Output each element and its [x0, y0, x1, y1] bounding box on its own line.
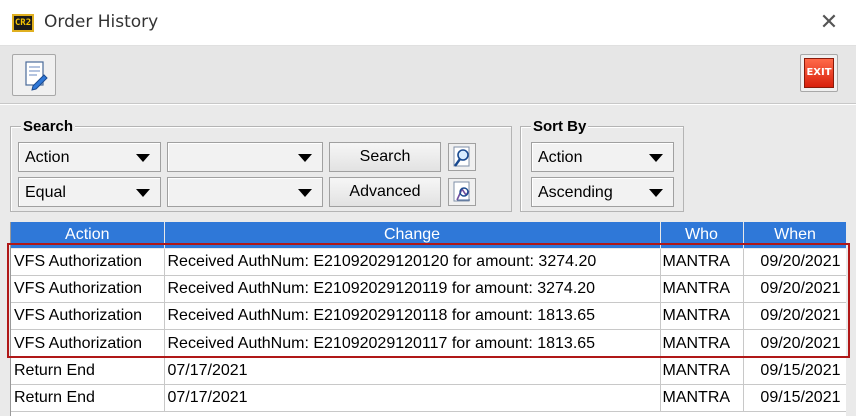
search-value-select[interactable] [167, 142, 323, 172]
advanced-search-icon-button[interactable] [448, 178, 476, 206]
table-row[interactable]: VFS Authorization Received AuthNum: E210… [11, 302, 846, 331]
sort-order-select[interactable]: Ascending [531, 177, 674, 207]
magnifier-button[interactable] [448, 143, 476, 171]
search-second-value-select[interactable] [167, 177, 323, 207]
cell-action: VFS Authorization [11, 275, 165, 304]
chevron-down-icon [649, 189, 663, 197]
exit-button[interactable]: EXIT [800, 54, 838, 92]
table-row[interactable]: VFS Authorization Received AuthNum: E210… [11, 275, 846, 304]
cell-who: MANTRA [660, 357, 744, 385]
close-button[interactable]: ✕ [816, 10, 842, 36]
cell-action: Return End [11, 357, 165, 385]
search-field-value: Action [25, 149, 70, 166]
cell-action: VFS Authorization [11, 248, 165, 276]
search-group-label: Search [21, 118, 76, 135]
advanced-button[interactable]: Advanced [329, 177, 441, 207]
window-title: Order History [44, 12, 159, 32]
main-panel: Search Action Search Equal Advanced Sort… [0, 105, 856, 416]
cell-who: MANTRA [660, 384, 744, 413]
cell-who: MANTRA [660, 302, 744, 331]
cell-change: Received AuthNum: E21092029120117 for am… [164, 329, 661, 358]
sort-field-value: Action [538, 149, 583, 166]
sort-field-select[interactable]: Action [531, 142, 674, 172]
cell-who: MANTRA [660, 248, 744, 276]
cell-change: 07/17/2021 [164, 384, 661, 413]
search-field-select[interactable]: Action [18, 142, 161, 172]
chevron-down-icon [298, 189, 312, 197]
search-operator-value: Equal [25, 184, 66, 201]
table-row[interactable]: VFS Authorization Received AuthNum: E210… [11, 248, 846, 276]
column-header-action[interactable]: Action [11, 222, 165, 249]
cell-when: 09/20/2021 [743, 302, 846, 331]
document-edit-icon [25, 61, 48, 91]
table-row[interactable]: VFS Authorization Received AuthNum: E210… [11, 329, 846, 358]
cell-when: 09/20/2021 [743, 329, 846, 358]
cell-when: 09/15/2021 [743, 384, 846, 413]
sort-group: Sort By Action Ascending [520, 118, 684, 212]
advanced-search-icon [453, 181, 470, 202]
title-bar: CR2 Order History ✕ [0, 0, 856, 46]
cell-who: MANTRA [660, 275, 744, 304]
chevron-down-icon [136, 154, 150, 162]
column-header-change[interactable]: Change [164, 222, 661, 249]
chevron-down-icon [298, 154, 312, 162]
cell-change: Received AuthNum: E21092029120120 for am… [164, 248, 661, 276]
chevron-down-icon [649, 154, 663, 162]
table-header-row: Action Change Who When [11, 222, 846, 249]
table-row[interactable]: Return End 07/17/2021 MANTRA 09/15/2021 [11, 357, 846, 385]
cell-when: 09/20/2021 [743, 248, 846, 276]
sort-group-label: Sort By [531, 118, 589, 135]
cell-change: Received AuthNum: E21092029120119 for am… [164, 275, 661, 304]
cell-change: Received AuthNum: E21092029120118 for am… [164, 302, 661, 331]
cell-change: 07/17/2021 [164, 357, 661, 385]
chevron-down-icon [136, 189, 150, 197]
edit-document-button[interactable] [12, 54, 56, 96]
toolbar: EXIT [0, 46, 856, 104]
sort-order-value: Ascending [538, 184, 613, 201]
table-row[interactable]: Return End 07/17/2021 MANTRA 09/15/2021 [11, 384, 846, 413]
cell-who: MANTRA [660, 329, 744, 358]
search-group: Search Action Search Equal Advanced [10, 118, 512, 212]
cell-when: 09/20/2021 [743, 275, 846, 304]
cell-action: Return End [11, 384, 165, 413]
cell-when: 09/15/2021 [743, 357, 846, 385]
cell-action: VFS Authorization [11, 329, 165, 358]
cell-action: VFS Authorization [11, 302, 165, 331]
exit-icon: EXIT [804, 58, 834, 88]
search-button[interactable]: Search [329, 142, 441, 172]
magnifier-icon [453, 146, 470, 167]
column-header-when[interactable]: When [743, 222, 846, 249]
app-logo-icon: CR2 [12, 14, 34, 32]
column-header-who[interactable]: Who [660, 222, 744, 249]
search-operator-select[interactable]: Equal [18, 177, 161, 207]
order-history-table: Action Change Who When VFS Authorization… [10, 222, 846, 416]
